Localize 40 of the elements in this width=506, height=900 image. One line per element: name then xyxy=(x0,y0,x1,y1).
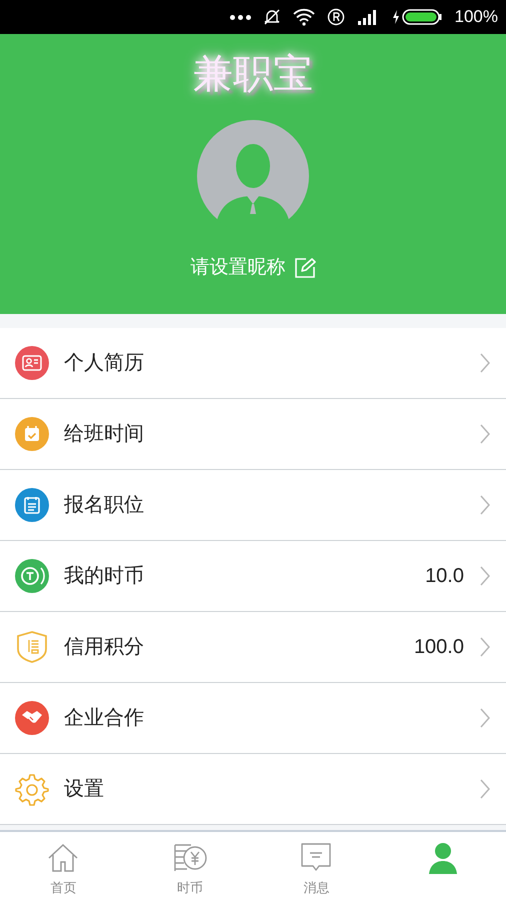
battery-icon xyxy=(390,8,443,26)
coin-icon xyxy=(14,558,50,594)
menu-value: 10.0 xyxy=(425,564,464,589)
clipboard-icon xyxy=(14,487,50,523)
avatar-icon xyxy=(197,120,309,232)
menu-item[interactable]: 信用积分 100.0 xyxy=(0,612,506,683)
menu-item[interactable]: 设置 xyxy=(0,754,506,825)
menu-item[interactable]: 我的时币 10.0 xyxy=(0,541,506,612)
calendar-icon xyxy=(14,416,50,452)
chevron-right-icon xyxy=(480,779,490,799)
chevron-right-icon xyxy=(480,353,490,373)
menu-item[interactable]: 企业合作 xyxy=(0,683,506,754)
menu-label: 报名职位 xyxy=(64,493,144,518)
menu-label: 我的时币 xyxy=(64,564,144,589)
signal-icon xyxy=(356,9,379,25)
edit-icon[interactable] xyxy=(294,257,316,280)
app-title: 兼职宝 xyxy=(193,54,313,94)
chevron-right-icon xyxy=(480,424,490,444)
id-card-icon xyxy=(14,345,50,381)
more-icon xyxy=(230,14,251,20)
chevron-right-icon xyxy=(480,495,490,515)
menu-label: 企业合作 xyxy=(64,706,144,731)
bell-off-icon xyxy=(262,8,281,26)
menu-label: 设置 xyxy=(64,777,104,802)
registered-icon xyxy=(326,8,345,26)
menu-value: 100.0 xyxy=(414,635,464,660)
shield-icon xyxy=(14,629,50,665)
handshake-icon xyxy=(14,700,50,736)
menu-item[interactable]: 报名职位 xyxy=(0,470,506,541)
chevron-right-icon xyxy=(480,566,490,586)
settings-icon xyxy=(14,771,50,807)
wifi-icon xyxy=(292,8,315,26)
menu-label: 个人简历 xyxy=(64,351,144,376)
menu-label: 信用积分 xyxy=(64,635,144,660)
menu-item[interactable]: 个人简历 xyxy=(0,328,506,399)
menu-label: 给班时间 xyxy=(64,422,144,447)
menu-item[interactable]: 给班时间 xyxy=(0,399,506,470)
chevron-right-icon xyxy=(480,637,490,657)
chevron-right-icon xyxy=(480,708,490,728)
battery-percent: 100% xyxy=(454,6,498,28)
